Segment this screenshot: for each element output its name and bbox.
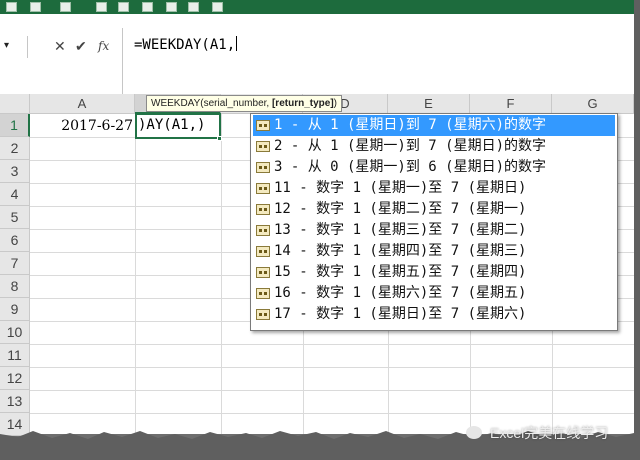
redo-icon[interactable]	[60, 2, 71, 12]
sort-icon[interactable]	[188, 2, 199, 12]
enum-value-icon	[256, 141, 270, 152]
row-header-1[interactable]: 1	[0, 114, 30, 137]
print-icon[interactable]	[118, 2, 129, 12]
autocomplete-item[interactable]: 14 - 数字 1 (星期四)至 7 (星期三)	[253, 241, 615, 262]
row-header-13[interactable]: 13	[0, 390, 30, 413]
enum-value-icon	[256, 309, 270, 320]
enum-value-icon	[256, 225, 270, 236]
customize-qat-icon[interactable]	[212, 2, 223, 12]
autocomplete-item[interactable]: 3 - 从 0 (星期一)到 6 (星期日)的数字	[253, 157, 615, 178]
excel-window: ▾ ✕ ✔ fx =WEEKDAY(A1, A B C D E F G 1 2 …	[0, 0, 640, 460]
gridline	[30, 367, 634, 368]
cell-a1[interactable]: 2017-6-27	[30, 114, 135, 138]
insert-function-button[interactable]: fx	[98, 39, 109, 53]
row-header-9[interactable]: 9	[0, 298, 30, 321]
enter-icon[interactable]: ✔	[75, 39, 87, 53]
autocomplete-item[interactable]: 17 - 数字 1 (星期日)至 7 (星期六)	[253, 304, 615, 325]
row-header-5[interactable]: 5	[0, 206, 30, 229]
autocomplete-item[interactable]: 13 - 数字 1 (星期三)至 7 (星期二)	[253, 220, 615, 241]
quick-access-toolbar	[0, 0, 640, 14]
column-header-g[interactable]: G	[552, 94, 634, 114]
gridline	[30, 413, 634, 414]
autocomplete-item[interactable]: 16 - 数字 1 (星期六)至 7 (星期五)	[253, 283, 615, 304]
row-header-8[interactable]: 8	[0, 275, 30, 298]
cancel-icon[interactable]: ✕	[54, 39, 66, 53]
row-header-6[interactable]: 6	[0, 229, 30, 252]
gridline	[30, 344, 634, 345]
autocomplete-item[interactable]: 1 - 从 1 (星期日)到 7 (星期六)的数字	[253, 115, 615, 136]
tooltip-close-paren: )	[333, 98, 337, 109]
enum-value-icon	[256, 162, 270, 173]
function-tooltip: WEEKDAY(serial_number, [return_type])	[146, 95, 342, 112]
row-header-11[interactable]: 11	[0, 344, 30, 367]
enum-value-icon	[256, 267, 270, 278]
enum-value-icon	[256, 204, 270, 215]
column-header-e[interactable]: E	[388, 94, 470, 114]
row-header-14[interactable]: 14	[0, 413, 30, 436]
enum-value-icon	[256, 120, 270, 131]
autocomplete-item-label: 1 - 从 1 (星期日)到 7 (星期六)的数字	[274, 117, 547, 133]
name-box-dropdown-icon[interactable]: ▾	[4, 40, 9, 51]
tooltip-current-argument[interactable]: [return_type]	[272, 98, 334, 109]
enum-value-icon	[256, 246, 270, 257]
column-header-a[interactable]: A	[30, 94, 135, 114]
worksheet-grid: A B C D E F G 1 2 3 4 5 6 7 8 9 10 11 12…	[0, 94, 634, 436]
gridline	[221, 114, 222, 434]
formula-bar: ▾ ✕ ✔ fx =WEEKDAY(A1,	[0, 14, 634, 94]
new-file-icon[interactable]	[96, 2, 107, 12]
row-header-2[interactable]: 2	[0, 137, 30, 160]
save-icon[interactable]	[6, 2, 17, 12]
autocomplete-item-label: 15 - 数字 1 (星期五)至 7 (星期四)	[274, 264, 527, 280]
autocomplete-item[interactable]: 11 - 数字 1 (星期一)至 7 (星期日)	[253, 178, 615, 199]
formula-buttons: ✕ ✔ fx	[28, 32, 122, 62]
enum-value-icon	[256, 183, 270, 194]
border-icon[interactable]	[166, 2, 177, 12]
row-header-3[interactable]: 3	[0, 160, 30, 183]
autocomplete-item-label: 14 - 数字 1 (星期四)至 7 (星期三)	[274, 243, 527, 259]
select-all-corner[interactable]	[0, 94, 30, 114]
row-header-4[interactable]: 4	[0, 183, 30, 206]
watermark-text: Excel完美在线学习	[490, 425, 609, 441]
gridline	[30, 390, 634, 391]
formula-input[interactable]: =WEEKDAY(A1,	[134, 36, 238, 53]
autocomplete-item-label: 11 - 数字 1 (星期一)至 7 (星期日)	[274, 180, 527, 196]
name-box[interactable]: ▾	[0, 36, 28, 58]
row-header-10[interactable]: 10	[0, 321, 30, 344]
autocomplete-item[interactable]: 15 - 数字 1 (星期五)至 7 (星期四)	[253, 262, 615, 283]
row-header-7[interactable]: 7	[0, 252, 30, 275]
autocomplete-item[interactable]: 12 - 数字 1 (星期二)至 7 (星期一)	[253, 199, 615, 220]
autocomplete-item-label: 13 - 数字 1 (星期三)至 7 (星期二)	[274, 222, 527, 238]
column-header-f[interactable]: F	[470, 94, 552, 114]
open-file-icon[interactable]	[142, 2, 153, 12]
formula-text: =WEEKDAY(A1,	[134, 37, 236, 53]
autocomplete-item-label: 16 - 数字 1 (星期六)至 7 (星期五)	[274, 285, 527, 301]
argument-autocomplete-list: 1 - 从 1 (星期日)到 7 (星期六)的数字 2 - 从 1 (星期一)到…	[250, 113, 618, 331]
autocomplete-item[interactable]: 2 - 从 1 (星期一)到 7 (星期日)的数字	[253, 136, 615, 157]
chat-bubble-icon	[466, 426, 482, 439]
gridline	[135, 114, 136, 434]
autocomplete-item-label: 12 - 数字 1 (星期二)至 7 (星期一)	[274, 201, 527, 217]
tooltip-signature[interactable]: WEEKDAY(serial_number,	[151, 98, 272, 109]
row-header-12[interactable]: 12	[0, 367, 30, 390]
autocomplete-item-label: 17 - 数字 1 (星期日)至 7 (星期六)	[274, 306, 527, 322]
cell-b1-active[interactable]: )AY(A1,)	[135, 113, 221, 139]
enum-value-icon	[256, 288, 270, 299]
autocomplete-item-label: 3 - 从 0 (星期一)到 6 (星期日)的数字	[274, 159, 547, 175]
autocomplete-item-label: 2 - 从 1 (星期一)到 7 (星期日)的数字	[274, 138, 547, 154]
undo-icon[interactable]	[30, 2, 41, 12]
fill-handle[interactable]	[217, 136, 222, 141]
text-caret	[236, 36, 238, 51]
formula-bar-divider	[122, 28, 123, 94]
